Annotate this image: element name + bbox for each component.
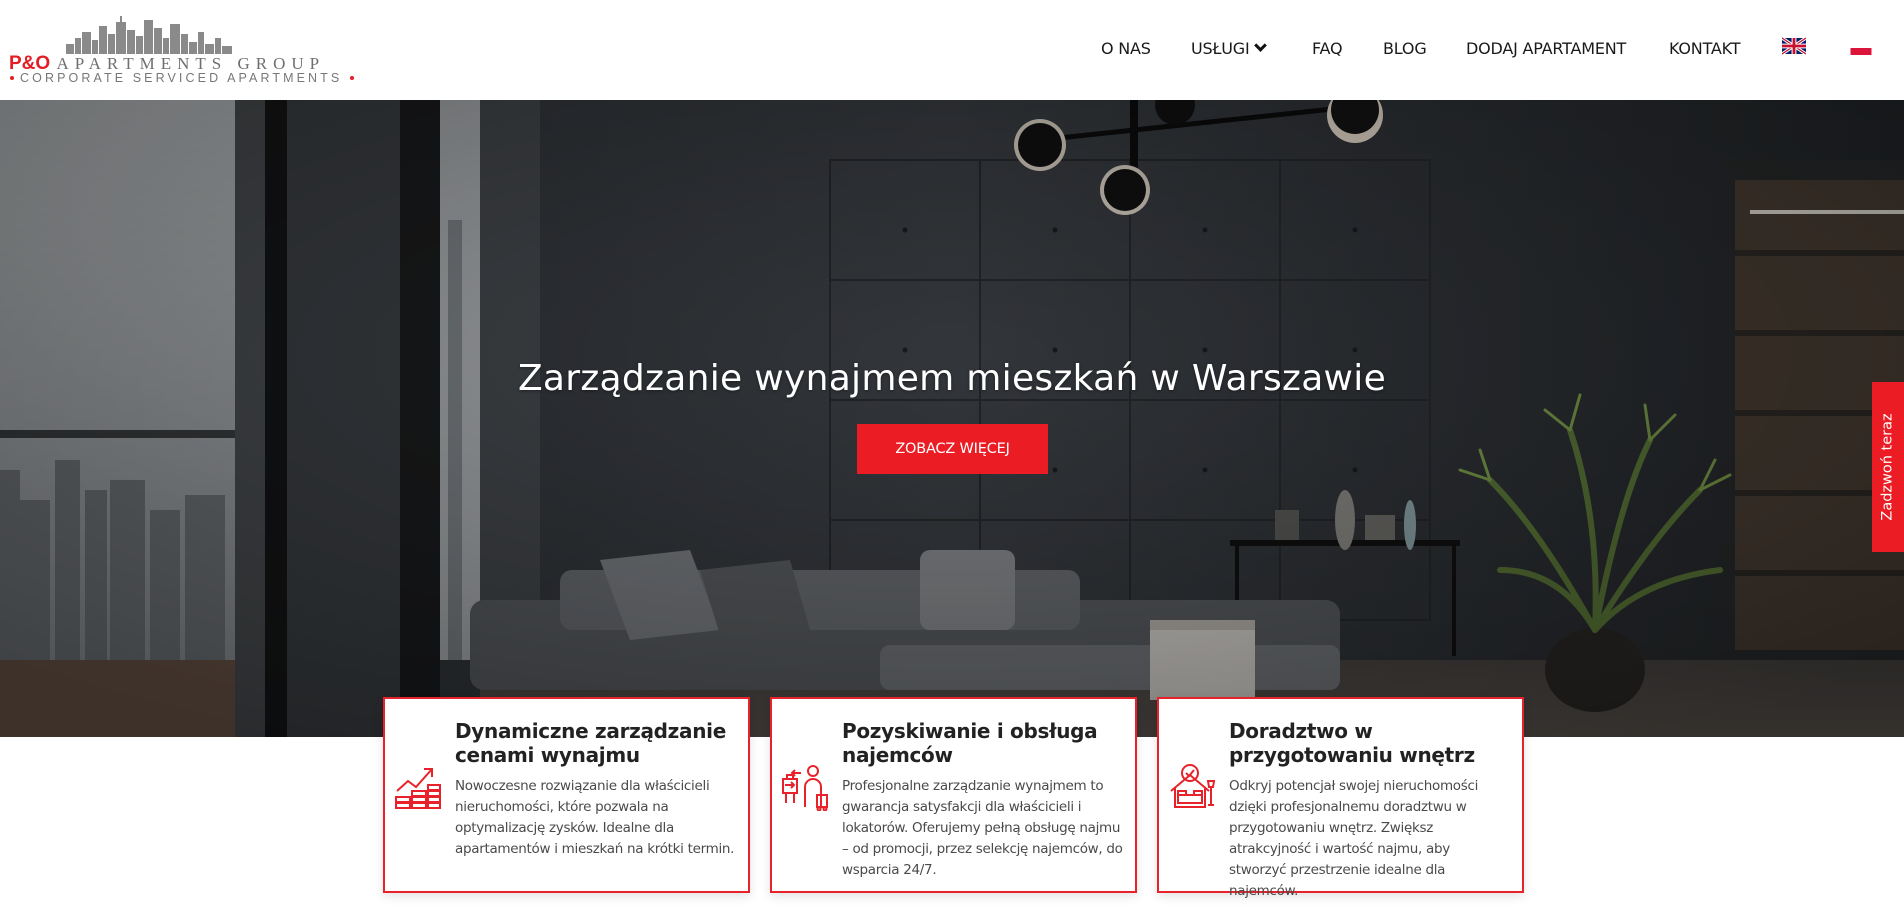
en-flag-icon[interactable] [1782, 37, 1806, 55]
hero-background-image [0, 100, 1904, 737]
feature-text: Nowoczesne rozwiązanie dla właścicieli n… [455, 778, 735, 857]
feature-text: Odkryj potencjał swojej nieruchomości dz… [1229, 778, 1479, 899]
tenant-luggage-icon [782, 765, 828, 811]
hero-section: Zarządzanie wynajmem mieszkań w Warszawi… [0, 100, 1904, 737]
skyline-logo-icon [66, 16, 232, 54]
call-now-tab[interactable]: Zadzwoń teraz [1872, 382, 1904, 552]
logo-dot-left [10, 75, 14, 80]
feature-card-pricing: Dynamiczne zarządzanie cenami wynajmu No… [383, 697, 750, 893]
call-now-label: Zadzwoń teraz [1880, 413, 1897, 521]
nav-item-kontakt[interactable]: KONTAKT [1669, 39, 1740, 58]
logo-tagline-text: CORPORATE SERVICED APARTMENTS [20, 71, 343, 85]
logo-tagline: CORPORATE SERVICED APARTMENTS [9, 71, 360, 85]
site-header: P&O APARTMENTS GROUP CORPORATE SERVICED … [0, 0, 1904, 100]
feature-text: Profesjonalne zarządzanie wynajmem to gw… [842, 778, 1123, 878]
nav-item-uslugi-label: USŁUGI [1191, 39, 1250, 58]
feature-card-interiors: Doradztwo w przygotowaniu wnętrz Odkryj … [1157, 697, 1524, 899]
pl-flag-icon[interactable] [1849, 41, 1873, 55]
nav-item-faq[interactable]: FAQ [1312, 39, 1343, 58]
feature-title: Dynamiczne zarządzanie cenami wynajmu [455, 719, 726, 767]
nav-item-blog[interactable]: BLOG [1383, 39, 1427, 58]
nav-item-dodaj-apartament[interactable]: DODAJ APARTAMENT [1466, 39, 1626, 58]
chart-coins-icon [395, 768, 441, 809]
feature-title: Doradztwo w przygotowaniu wnętrz [1229, 719, 1475, 767]
nav-item-uslugi[interactable]: USŁUGI [1191, 39, 1267, 58]
chevron-down-icon [1253, 39, 1267, 52]
feature-card-tenants: Pozyskiwanie i obsługa najemców Profesjo… [770, 697, 1137, 893]
hero-title: Zarządzanie wynajmem mieszkań w Warszawi… [517, 358, 1387, 399]
logo-dot-right [350, 75, 355, 80]
feature-title: Pozyskiwanie i obsługa najemców [842, 719, 1098, 767]
nav-item-o-nas[interactable]: O NAS [1101, 39, 1151, 58]
see-more-button[interactable]: ZOBACZ WIĘCEJ [857, 424, 1048, 474]
site-logo[interactable]: P&O APARTMENTS GROUP CORPORATE SERVICED … [9, 14, 355, 88]
bedroom-design-icon [1170, 764, 1216, 808]
